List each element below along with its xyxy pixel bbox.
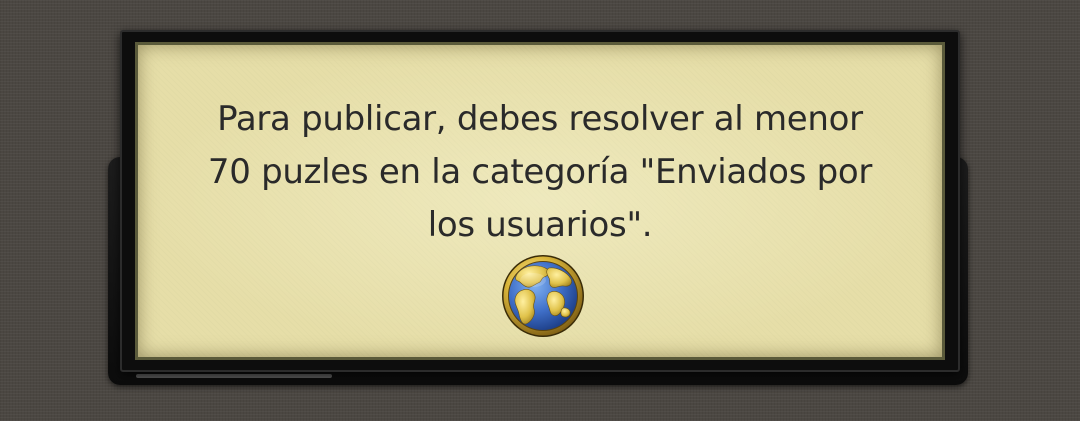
dialog-message-line-1: Para publicar, debes resolver al menor [217,99,863,139]
globe-button[interactable] [501,254,585,338]
background-panel-strip [136,374,332,378]
dialog-message-line-2: 70 puzles en la categoría "Enviados por [207,152,873,192]
dialog-message: Para publicar, debes resolver al menor 7… [158,93,922,252]
dialog-paper: Para publicar, debes resolver al menor 7… [138,45,942,357]
dialog-message-line-3: los usuarios". [427,205,653,245]
message-dialog: Para publicar, debes resolver al menor 7… [120,30,960,372]
globe-icon [501,254,585,338]
dialog-inner-border: Para publicar, debes resolver al menor 7… [135,42,945,360]
